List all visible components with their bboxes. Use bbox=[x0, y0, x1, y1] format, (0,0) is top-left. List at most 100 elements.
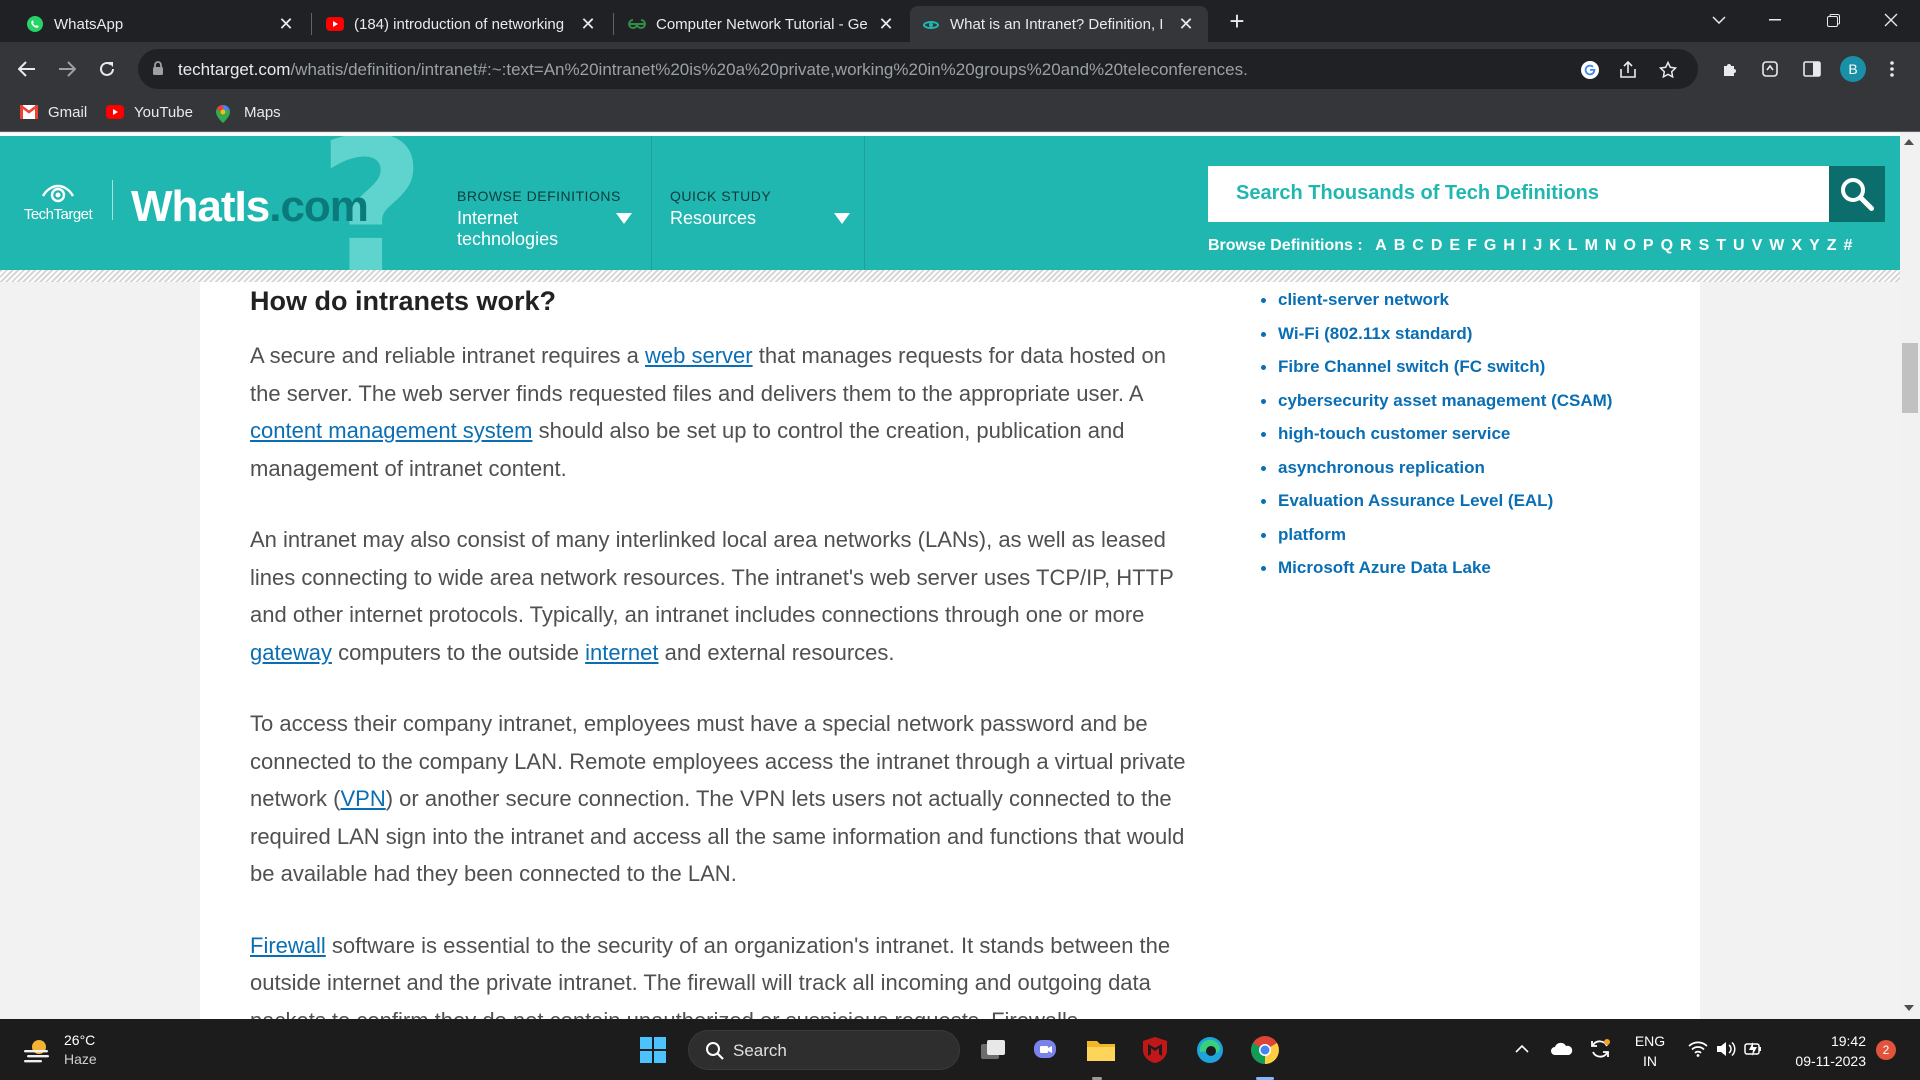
chrome-browser-icon[interactable] bbox=[1246, 1031, 1284, 1069]
kebab-menu-icon[interactable] bbox=[1878, 55, 1906, 83]
related-term-link[interactable]: Evaluation Assurance Level (EAL) bbox=[1257, 491, 1677, 525]
browse-letter-link[interactable]: B bbox=[1394, 237, 1406, 255]
close-icon[interactable]: ✕ bbox=[1176, 14, 1196, 35]
close-icon[interactable]: ✕ bbox=[276, 14, 296, 35]
link-firewall[interactable]: Firewall bbox=[250, 933, 326, 958]
browse-letter-link[interactable]: U bbox=[1733, 237, 1745, 255]
tab-geeksforgeeks[interactable]: Computer Network Tutorial - Ge ✕ bbox=[616, 6, 908, 42]
related-term-link[interactable]: Microsoft Azure Data Lake bbox=[1257, 558, 1677, 592]
link-internet[interactable]: internet bbox=[585, 640, 658, 665]
browse-letter-link[interactable]: F bbox=[1467, 237, 1477, 255]
show-hidden-icons-chevron-icon[interactable] bbox=[1512, 1031, 1532, 1067]
related-term-link[interactable]: cybersecurity asset management (CSAM) bbox=[1257, 391, 1677, 425]
browse-letter-link[interactable]: O bbox=[1623, 237, 1635, 255]
browse-letter-link[interactable]: I bbox=[1522, 237, 1526, 255]
extensions-puzzle-icon[interactable] bbox=[1716, 55, 1744, 83]
mcafee-icon[interactable] bbox=[1136, 1031, 1174, 1069]
tab-techtarget-active[interactable]: What is an Intranet? Definition, I ✕ bbox=[910, 6, 1208, 42]
related-term-link[interactable]: platform bbox=[1257, 525, 1677, 559]
page-scrollbar[interactable] bbox=[1900, 133, 1920, 1019]
taskbar-search[interactable]: Search bbox=[688, 1030, 960, 1070]
browse-letter-link[interactable]: E bbox=[1449, 237, 1460, 255]
browse-letter-link[interactable]: Z bbox=[1827, 237, 1837, 255]
browse-letter-link[interactable]: K bbox=[1549, 237, 1561, 255]
techtarget-logo[interactable]: TechTarget bbox=[18, 182, 98, 223]
system-clock[interactable]: 19:42 09-11-2023 bbox=[1772, 1031, 1866, 1071]
volume-icon[interactable] bbox=[1714, 1031, 1738, 1067]
scrollbar-thumb[interactable] bbox=[1902, 343, 1918, 413]
sync-update-icon[interactable] bbox=[1586, 1031, 1614, 1067]
onedrive-cloud-icon[interactable] bbox=[1548, 1031, 1576, 1067]
edge-browser-icon[interactable] bbox=[1191, 1031, 1229, 1069]
link-gateway[interactable]: gateway bbox=[250, 640, 332, 665]
browse-letter-link[interactable]: M bbox=[1585, 237, 1598, 255]
new-tab-button[interactable]: + bbox=[1222, 6, 1252, 36]
bookmark-star-icon[interactable] bbox=[1656, 58, 1680, 82]
bookmark-youtube[interactable]: YouTube bbox=[106, 104, 193, 121]
bookmark-label: Maps bbox=[244, 104, 281, 121]
scroll-down-arrow-icon[interactable] bbox=[1904, 1005, 1914, 1011]
minimize-icon[interactable] bbox=[1752, 0, 1798, 40]
related-term-link[interactable]: client-server network bbox=[1257, 290, 1677, 324]
search-button[interactable] bbox=[1829, 166, 1885, 222]
tab-whatsapp[interactable]: WhatsApp ✕ bbox=[14, 6, 308, 42]
tab-search-chevron-icon[interactable] bbox=[1696, 0, 1742, 40]
wifi-icon[interactable] bbox=[1686, 1031, 1710, 1067]
address-bar[interactable]: techtarget.com/whatis/definition/intrane… bbox=[138, 49, 1698, 89]
browse-letter-link[interactable]: R bbox=[1680, 237, 1692, 255]
profile-avatar[interactable]: B bbox=[1840, 56, 1866, 82]
definitions-search-input[interactable]: Search Thousands of Tech Definitions bbox=[1208, 166, 1829, 222]
windows-start-icon[interactable] bbox=[634, 1031, 672, 1069]
browse-letter-link[interactable]: T bbox=[1716, 237, 1726, 255]
browse-letter-link[interactable]: A bbox=[1375, 237, 1387, 255]
browse-letter-link[interactable]: # bbox=[1844, 237, 1853, 255]
window-close-icon[interactable] bbox=[1868, 0, 1914, 40]
close-icon[interactable]: ✕ bbox=[578, 14, 598, 35]
browse-letter-link[interactable]: Q bbox=[1661, 237, 1673, 255]
tab-youtube[interactable]: (184) introduction of networking ✕ bbox=[314, 6, 610, 42]
file-explorer-icon[interactable] bbox=[1082, 1031, 1120, 1069]
related-term-link[interactable]: asynchronous replication bbox=[1257, 458, 1677, 492]
google-icon[interactable] bbox=[1578, 58, 1602, 82]
browse-letter-link[interactable]: H bbox=[1503, 237, 1515, 255]
browse-letter-link[interactable]: G bbox=[1484, 237, 1496, 255]
restore-icon[interactable] bbox=[1810, 0, 1856, 40]
related-term-link[interactable]: Fibre Channel switch (FC switch) bbox=[1257, 357, 1677, 391]
browse-letter-link[interactable]: C bbox=[1412, 237, 1424, 255]
related-term-link[interactable]: Wi-Fi (802.11x standard) bbox=[1257, 324, 1677, 358]
scroll-up-arrow-icon[interactable] bbox=[1904, 139, 1914, 145]
browse-letter-link[interactable]: P bbox=[1643, 237, 1654, 255]
battery-charging-icon[interactable] bbox=[1742, 1031, 1766, 1067]
link-vpn[interactable]: VPN bbox=[340, 786, 385, 811]
quick-study-dropdown[interactable]: QUICK STUDY Resources bbox=[652, 136, 864, 270]
weather-widget[interactable]: 26°C Haze bbox=[22, 1031, 97, 1069]
browse-letter-link[interactable]: Y bbox=[1809, 237, 1820, 255]
browse-letter-link[interactable]: D bbox=[1431, 237, 1443, 255]
browse-definitions-dropdown[interactable]: BROWSE DEFINITIONS Internet technologies bbox=[440, 136, 650, 270]
browse-letter-link[interactable]: L bbox=[1568, 237, 1578, 255]
related-term-link[interactable]: high-touch customer service bbox=[1257, 424, 1677, 458]
input-language-indicator[interactable]: ENG IN bbox=[1630, 1031, 1670, 1071]
close-icon[interactable]: ✕ bbox=[876, 14, 896, 35]
browse-letter-link[interactable]: N bbox=[1605, 237, 1617, 255]
browse-letter-link[interactable]: V bbox=[1752, 237, 1763, 255]
task-view-icon[interactable] bbox=[974, 1031, 1012, 1069]
back-arrow-icon[interactable] bbox=[10, 52, 44, 86]
whatis-logo[interactable]: WhatIs.com bbox=[131, 182, 369, 232]
notification-badge[interactable]: 2 bbox=[1876, 1040, 1896, 1060]
reload-icon[interactable] bbox=[90, 52, 124, 86]
url-text[interactable]: techtarget.com/whatis/definition/intrane… bbox=[178, 60, 1248, 80]
browse-letter-link[interactable]: W bbox=[1769, 237, 1784, 255]
teams-chat-icon[interactable] bbox=[1027, 1031, 1065, 1069]
extension-sync-icon[interactable] bbox=[1756, 55, 1784, 83]
browse-letter-link[interactable]: J bbox=[1533, 237, 1542, 255]
browse-letter-link[interactable]: S bbox=[1699, 237, 1710, 255]
side-panel-icon[interactable] bbox=[1798, 55, 1826, 83]
forward-arrow-icon[interactable] bbox=[50, 52, 84, 86]
link-content-management-system[interactable]: content management system bbox=[250, 418, 532, 443]
share-icon[interactable] bbox=[1616, 58, 1640, 82]
link-web-server[interactable]: web server bbox=[645, 343, 753, 368]
browse-letter-link[interactable]: X bbox=[1791, 237, 1802, 255]
bookmark-gmail[interactable]: Gmail bbox=[20, 104, 87, 121]
bookmark-maps[interactable]: Maps bbox=[216, 104, 281, 123]
